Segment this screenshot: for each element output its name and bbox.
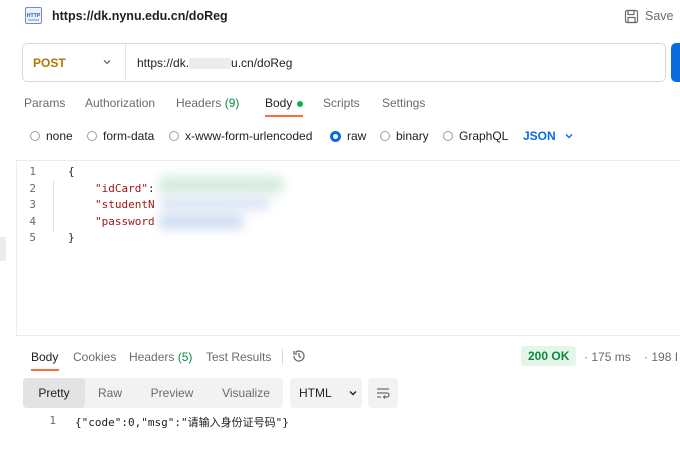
active-tab-underline: [265, 115, 303, 117]
redacted-region: [158, 176, 284, 194]
response-size-value: 198 I: [651, 350, 679, 364]
tab-headers[interactable]: Headers (9): [176, 96, 239, 110]
view-raw[interactable]: Raw: [87, 378, 133, 408]
svg-text:HTTP: HTTP: [27, 13, 41, 19]
response-body: {"code":0,"msg":"请输入身份证号码"}: [75, 416, 289, 429]
json-key: "password: [95, 215, 155, 228]
send-button[interactable]: [671, 43, 680, 82]
view-preview[interactable]: Preview: [137, 378, 207, 408]
tab-params[interactable]: Params: [24, 96, 65, 110]
line-number: 4: [29, 215, 36, 228]
radio-graphql[interactable]: GraphQL: [443, 129, 508, 143]
url-prefix: https://dk.: [137, 56, 190, 70]
body-indicator-dot: [297, 100, 304, 107]
tab-body[interactable]: Body: [265, 96, 304, 110]
tab-authorization[interactable]: Authorization: [85, 96, 155, 110]
tab-headers-label: Headers: [176, 96, 222, 110]
url-divider: [125, 44, 126, 81]
line-number: 2: [29, 182, 36, 195]
response-active-underline: [31, 369, 59, 371]
radio-form-data[interactable]: form-data: [87, 129, 154, 143]
radio-x-www-form-urlencoded[interactable]: x-www-form-urlencoded: [169, 129, 312, 143]
radio-icon: [30, 131, 40, 141]
redacted-region: [189, 58, 232, 70]
redacted-region: [158, 212, 244, 230]
radio-label: GraphQL: [459, 129, 509, 143]
response-tab-body[interactable]: Body: [31, 350, 58, 364]
save-button[interactable]: Save: [624, 6, 674, 26]
method-select[interactable]: POST: [33, 56, 66, 70]
radio-checked-icon: [330, 130, 341, 142]
radio-label: x-www-form-urlencoded: [185, 129, 313, 143]
radio-icon: [380, 131, 390, 141]
response-format-label: HTML: [299, 386, 332, 400]
line-number: 1: [29, 165, 36, 178]
response-time[interactable]: · 175 ms: [584, 350, 631, 364]
radio-icon: [443, 131, 453, 141]
radio-binary[interactable]: binary: [380, 129, 429, 143]
scroll-strip: [0, 237, 6, 261]
body-format-select[interactable]: JSON: [523, 129, 574, 143]
tab-scripts[interactable]: Scripts: [323, 96, 360, 110]
chevron-down-icon: [349, 391, 357, 396]
body-format-label: JSON: [523, 129, 556, 143]
view-pretty[interactable]: Pretty: [23, 378, 85, 408]
tab-body-label: Body: [265, 96, 293, 110]
json-key: "studentN: [95, 198, 155, 211]
code-line-password: "password: [95, 215, 155, 228]
response-tab-headers-label: Headers: [129, 350, 175, 364]
line-number: 5: [29, 231, 36, 244]
response-tab-headers-count: (5): [177, 350, 193, 364]
request-title: https://dk.nynu.edu.cn/doReg: [52, 9, 228, 23]
chevron-down-icon: [565, 134, 573, 139]
redacted-region: [160, 195, 270, 211]
radio-label: raw: [347, 129, 367, 143]
save-label: Save: [645, 9, 674, 23]
save-icon: [624, 9, 639, 23]
response-format-select[interactable]: HTML: [290, 378, 362, 408]
response-tab-cookies[interactable]: Cookies: [73, 350, 116, 364]
word-wrap-button[interactable]: [368, 378, 398, 408]
json-colon: :: [147, 182, 155, 195]
radio-label: none: [46, 129, 73, 143]
response-time-value: 175 ms: [591, 350, 631, 364]
history-icon[interactable]: [291, 348, 307, 364]
response-line-number: 1: [49, 414, 56, 427]
chevron-down-icon[interactable]: [101, 56, 113, 68]
url-input[interactable]: https://dk. u.cn/doReg: [137, 56, 292, 70]
indent-guide: [53, 181, 54, 231]
wrap-icon: [377, 388, 390, 399]
radio-label: form-data: [103, 129, 155, 143]
radio-label: binary: [396, 129, 429, 143]
code-line-student: "studentN: [95, 198, 155, 211]
radio-icon: [87, 131, 97, 141]
url-bar: POST https://dk. u.cn/doReg: [22, 43, 666, 82]
code-open-brace: {: [68, 165, 75, 178]
url-suffix: u.cn/doReg: [231, 56, 293, 70]
response-tab-headers[interactable]: Headers (5): [129, 350, 192, 364]
title-bar: HTTP https://dk.nynu.edu.cn/doReg Save: [0, 0, 680, 32]
line-number: 3: [29, 198, 36, 211]
status-badge[interactable]: 200 OK: [521, 346, 577, 366]
tab-headers-count: (9): [224, 96, 240, 110]
http-icon: HTTP: [25, 7, 42, 24]
code-close-brace: }: [68, 231, 75, 244]
response-size[interactable]: · 198 I: [644, 350, 678, 364]
radio-none[interactable]: none: [30, 129, 73, 143]
response-tab-test-results[interactable]: Test Results: [206, 350, 271, 364]
radio-raw[interactable]: raw: [330, 129, 366, 143]
radio-icon: [169, 131, 179, 141]
code-line-idcard: "idCard":: [95, 182, 155, 195]
json-key: "idCard": [95, 182, 148, 195]
view-mode-switcher: Pretty Raw Preview Visualize: [23, 378, 283, 408]
divider: [282, 349, 283, 365]
view-visualize[interactable]: Visualize: [211, 378, 281, 408]
tab-settings[interactable]: Settings: [382, 96, 425, 110]
